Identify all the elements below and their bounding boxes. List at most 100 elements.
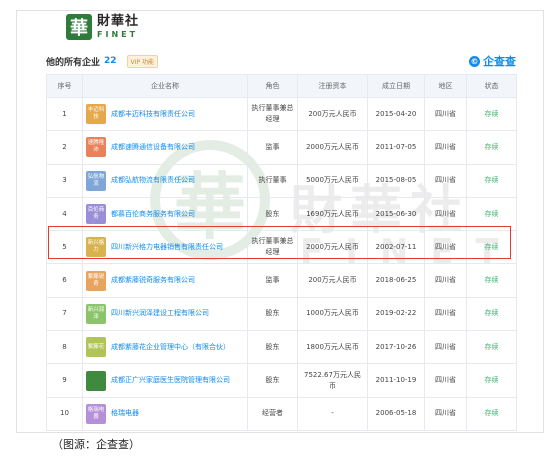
col-header-date: 成立日期 bbox=[367, 74, 425, 98]
table-row[interactable]: 1 丰迈科技 成都丰迈科技有限责任公司 执行董事兼总经理 200万元人民币 2015-04… bbox=[46, 96, 517, 132]
row-number: 10 bbox=[46, 396, 83, 431]
finet-brand-logo: 華 財華社 FINET bbox=[66, 12, 139, 42]
company-name-link[interactable]: 四川新兴润泽建设工程有限公司 bbox=[111, 308, 209, 319]
capital-cell: 1000万元人民币 bbox=[297, 296, 368, 332]
company-logo-icon: 丰迈科技 bbox=[86, 104, 106, 125]
company-count: 22 bbox=[104, 56, 117, 66]
company-logo-icon: 百伦商务 bbox=[86, 204, 106, 225]
col-header-status: 状态 bbox=[466, 74, 517, 98]
row-number: 1 bbox=[46, 96, 83, 132]
company-logo-icon: 紫藤花 bbox=[86, 337, 106, 358]
region-cell: 四川省 bbox=[424, 363, 467, 398]
capital-cell: 200万元人民币 bbox=[297, 263, 368, 298]
company-cell: 丰迈科技 成都丰迈科技有限责任公司 bbox=[82, 96, 248, 132]
table-row[interactable]: 6 紫藤锐奇 成都紫藤锐奇服务有限公司 监事 200万元人民币 2018-06-25 四川省… bbox=[46, 263, 517, 298]
vip-badge[interactable]: VIP 功能 bbox=[126, 54, 158, 68]
role-cell: 股东 bbox=[247, 330, 298, 365]
table-row[interactable]: 9 成都正广兴家庭医生医院管理有限公司 股东 7522.67万元人民币 2011-10-… bbox=[46, 363, 517, 398]
company-cell: 格瑞电器 格瑞电器 bbox=[82, 396, 248, 431]
col-header-no: 序号 bbox=[46, 74, 83, 98]
role-cell: 执行董事兼总经理 bbox=[247, 96, 298, 132]
capital-cell: 2000万元人民币 bbox=[297, 130, 368, 165]
capital-cell: - bbox=[297, 396, 368, 431]
date-cell: 2011-10-19 bbox=[367, 363, 425, 398]
image-caption: （图源：企查查） bbox=[52, 438, 140, 451]
role-cell: 股东 bbox=[247, 296, 298, 332]
company-name-link[interactable]: 成都正广兴家庭医生医院管理有限公司 bbox=[111, 375, 230, 386]
region-cell: 四川省 bbox=[424, 330, 467, 365]
company-logo-icon: 速腾隆沛 bbox=[86, 137, 106, 158]
row-number: 2 bbox=[46, 130, 83, 165]
col-header-region: 地区 bbox=[424, 74, 467, 98]
section-header: 他的所有企业 22 VIP 功能 © 企查查 bbox=[46, 53, 516, 69]
role-cell: 股东 bbox=[247, 363, 298, 398]
company-cell: 速腾隆沛 成都速腾通信设备有限公司 bbox=[82, 130, 248, 165]
date-cell: 2011-07-05 bbox=[367, 130, 425, 165]
row-number: 6 bbox=[46, 263, 83, 298]
company-logo-icon: 格瑞电器 bbox=[86, 403, 106, 424]
capital-cell: 200万元人民币 bbox=[297, 96, 368, 132]
row-number: 9 bbox=[46, 363, 83, 398]
table-row[interactable]: 10 格瑞电器 格瑞电器 经营者 -2006-05-18 四川省 存续 bbox=[46, 396, 517, 431]
status-cell: 存续 bbox=[466, 96, 517, 132]
role-cell: 执行董事 bbox=[247, 163, 298, 198]
col-header-capital: 注册资本 bbox=[297, 74, 368, 98]
col-header-company: 企业名称 bbox=[82, 74, 248, 98]
date-cell: 2017-10-26 bbox=[367, 330, 425, 365]
capital-cell: 7522.67万元人民币 bbox=[297, 363, 368, 398]
section-title: 他的所有企业 bbox=[46, 57, 101, 68]
date-cell: 2019-02-22 bbox=[367, 296, 425, 332]
company-name-link[interactable]: 都慕百伦商务服务有限公司 bbox=[111, 209, 195, 220]
capital-cell: 1800万元人民币 bbox=[297, 330, 368, 365]
table-row[interactable]: 8 紫藤花 成都紫藤花企业管理中心（有限合伙） 股东 1800万元人民币 2017-10-… bbox=[46, 330, 517, 365]
company-logo-icon: 紫藤锐奇 bbox=[86, 270, 106, 291]
role-cell: 监事 bbox=[247, 263, 298, 298]
company-name-link[interactable]: 成都速腾通信设备有限公司 bbox=[111, 142, 195, 153]
company-cell: 紫藤锐奇 成都紫藤锐奇服务有限公司 bbox=[82, 263, 248, 298]
row-number: 7 bbox=[46, 296, 83, 332]
brand-name-cn: 財華社 bbox=[97, 14, 140, 29]
brand-text: 財華社 FINET bbox=[97, 15, 139, 39]
date-cell: 2015-08-05 bbox=[367, 163, 425, 198]
company-cell: 成都正广兴家庭医生医院管理有限公司 bbox=[82, 363, 248, 398]
table-header-row: 序号 企业名称 角色 注册资本 成立日期 地区 状态 bbox=[46, 74, 517, 98]
company-name-link[interactable]: 成都紫藤锐奇服务有限公司 bbox=[111, 275, 195, 286]
company-name-link[interactable]: 成都弘航物流有限责任公司 bbox=[111, 175, 195, 186]
status-cell: 存续 bbox=[466, 263, 517, 298]
region-cell: 四川省 bbox=[424, 96, 467, 132]
company-logo-icon: 弘航物流 bbox=[86, 170, 106, 191]
row-number: 3 bbox=[46, 163, 83, 198]
row-number: 8 bbox=[46, 330, 83, 365]
role-cell: 经营者 bbox=[247, 396, 298, 431]
company-name-link[interactable]: 成都丰迈科技有限责任公司 bbox=[111, 109, 195, 120]
qichacha-logo-text: 企查查 bbox=[483, 55, 516, 68]
status-cell: 存续 bbox=[466, 163, 517, 198]
status-cell: 存续 bbox=[466, 296, 517, 332]
company-cell: 紫藤花 成都紫藤花企业管理中心（有限合伙） bbox=[82, 330, 248, 365]
company-logo-icon: 新兴润泽 bbox=[86, 303, 106, 324]
region-cell: 四川省 bbox=[424, 296, 467, 332]
region-cell: 四川省 bbox=[424, 163, 467, 198]
company-name-link[interactable]: 成都紫藤花企业管理中心（有限合伙） bbox=[111, 342, 230, 353]
qichacha-icon: © bbox=[469, 55, 480, 67]
table-row[interactable]: 2 速腾隆沛 成都速腾通信设备有限公司 监事 2000万元人民币 2011-07-05 四川… bbox=[46, 130, 517, 165]
status-cell: 存续 bbox=[466, 330, 517, 365]
highlight-row-5 bbox=[48, 226, 511, 259]
status-cell: 存续 bbox=[466, 130, 517, 165]
brand-name-en: FINET bbox=[97, 30, 139, 39]
date-cell: 2015-04-20 bbox=[367, 96, 425, 132]
date-cell: 2006-05-18 bbox=[367, 396, 425, 431]
role-cell: 监事 bbox=[247, 130, 298, 165]
qichacha-logo: © 企查查 bbox=[469, 53, 516, 69]
company-logo-icon bbox=[86, 370, 106, 391]
table-row[interactable]: 7 新兴润泽 四川新兴润泽建设工程有限公司 股东 1000万元人民币 2019-02-22… bbox=[46, 296, 517, 332]
status-cell: 存续 bbox=[466, 396, 517, 431]
company-cell: 新兴润泽 四川新兴润泽建设工程有限公司 bbox=[82, 296, 248, 332]
company-name-link[interactable]: 格瑞电器 bbox=[111, 408, 139, 419]
region-cell: 四川省 bbox=[424, 396, 467, 431]
region-cell: 四川省 bbox=[424, 263, 467, 298]
status-cell: 存续 bbox=[466, 363, 517, 398]
table-row[interactable]: 3 弘航物流 成都弘航物流有限责任公司 执行董事 5000万元人民币 2015-08-05… bbox=[46, 163, 517, 198]
company-cell: 弘航物流 成都弘航物流有限责任公司 bbox=[82, 163, 248, 198]
capital-cell: 5000万元人民币 bbox=[297, 163, 368, 198]
